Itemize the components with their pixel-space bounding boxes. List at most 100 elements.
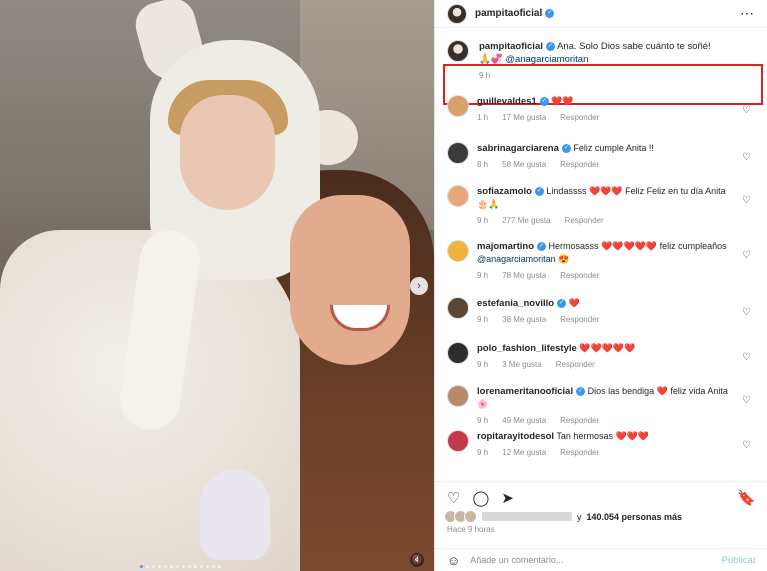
comment-like-icon[interactable]: ♡ (742, 307, 751, 318)
post-time: Hace 9 horas (447, 525, 495, 534)
carousel-dot (176, 565, 179, 568)
comment-time: 8 h (477, 160, 489, 169)
post-button[interactable]: Publicar (722, 555, 756, 566)
commenter-avatar[interactable] (447, 385, 469, 407)
carousel-dot (146, 565, 149, 568)
comment-likes[interactable]: 12 Me gusta (502, 446, 546, 459)
verified-icon: ✓ (545, 9, 555, 18)
caption-avatar[interactable] (447, 40, 469, 62)
commenter-username[interactable]: guillevaldes1 (477, 96, 537, 107)
comment-like-icon[interactable]: ♡ (742, 105, 751, 116)
post-header: pampitaoficial ✓ ⋯ (435, 0, 767, 28)
commenter-avatar[interactable] (447, 342, 469, 364)
girl-face (180, 95, 275, 210)
verified-icon: ✓ (539, 97, 549, 107)
likes-summary[interactable]: y 140.054 personas más (444, 510, 683, 523)
comment-likes[interactable]: 58 Me gusta (502, 158, 546, 171)
carousel-dot (140, 565, 143, 568)
share-icon[interactable]: ➤ (501, 491, 514, 506)
next-slide-button[interactable]: › (410, 277, 428, 295)
comment-mention[interactable]: @anagarciamoritan (477, 254, 556, 264)
commenter-username[interactable]: majomartino (477, 241, 534, 252)
carousel-dot (212, 565, 215, 568)
reply-button[interactable]: Responder (560, 446, 599, 459)
carousel-dot (164, 565, 167, 568)
commenter-username[interactable]: sabrinagarciarena (477, 143, 559, 154)
comment-text: Tan hermosas (556, 431, 613, 441)
verified-icon: ✓ (561, 144, 571, 154)
comment-text: Dios las bendiga (587, 386, 655, 396)
commenter-avatar[interactable] (447, 95, 469, 117)
mute-icon[interactable]: 🔇 (410, 553, 424, 567)
commenter-username[interactable]: polo_fashion_lifestyle (477, 343, 577, 354)
emoji-icon[interactable]: ☺ (447, 553, 460, 568)
comment-likes[interactable]: 38 Me gusta (502, 313, 546, 326)
comment-item: sabrinagarciarena ✓ Feliz cumple Anita !!… (435, 142, 759, 171)
reply-button[interactable]: Responder (560, 313, 599, 326)
author-username[interactable]: pampitaoficial (475, 8, 542, 19)
reply-button[interactable]: Responder (556, 358, 595, 371)
comment-time: 9 h (477, 315, 489, 324)
comment-time: 9 h (477, 271, 489, 280)
commenter-username[interactable]: lorenameritanooficial (477, 386, 573, 397)
caption-time: 9 h (479, 71, 491, 80)
author-avatar[interactable] (447, 3, 467, 24)
carousel-dots (140, 565, 221, 568)
carousel-dot (188, 565, 191, 568)
commenter-username[interactable]: ropitarayitodesol (477, 431, 554, 442)
comment-hearts: ❤️❤️❤️ (615, 431, 650, 441)
comment-like-icon[interactable]: ♡ (742, 440, 751, 451)
comment-text: Lindassss (546, 186, 587, 196)
commenter-avatar[interactable] (447, 240, 469, 262)
commenter-avatar[interactable] (447, 142, 469, 164)
commenter-avatar[interactable] (447, 430, 469, 452)
comment-like-icon[interactable]: ♡ (742, 395, 751, 406)
likes-count[interactable]: 140.054 personas más (587, 512, 683, 522)
comment-item: ropitarayitodesol Tan hermosas ❤️❤️❤️ 9 h… (435, 430, 759, 459)
comment-item: guillevaldes1 ✓ ❤️❤️ 1 h 17 Me gusta Respond… (435, 95, 759, 124)
comment-text: Hermosasss (548, 241, 599, 251)
comment-icon[interactable]: ◯ (472, 491, 489, 506)
carousel-dot (158, 565, 161, 568)
comment-likes[interactable]: 78 Me gusta (502, 269, 546, 282)
comment-input[interactable] (470, 555, 712, 565)
comment-like-icon[interactable]: ♡ (742, 352, 751, 363)
comment-time: 1 h (477, 113, 489, 122)
comment-hearts: ❤️ (656, 386, 668, 396)
more-options-icon[interactable]: ⋯ (740, 5, 755, 22)
post-photo[interactable]: › 🔇 (0, 0, 434, 571)
commenter-avatar[interactable] (447, 297, 469, 319)
comment-like-icon[interactable]: ♡ (742, 152, 751, 163)
commenter-avatar[interactable] (447, 185, 469, 207)
comment-time: 9 h (477, 416, 489, 425)
comment-like-icon[interactable]: ♡ (742, 250, 751, 261)
reply-button[interactable]: Responder (565, 214, 604, 227)
like-icon[interactable]: ♡ (447, 491, 460, 506)
comment-emoji: 🌸 (477, 399, 489, 409)
carousel-dot (170, 565, 173, 568)
comment-like-icon[interactable]: ♡ (742, 195, 751, 206)
reply-button[interactable]: Responder (560, 414, 599, 427)
comment-hearts: ❤️❤️❤️ (588, 186, 623, 196)
commenter-username[interactable]: estefania_novillo (477, 298, 554, 309)
caption-username[interactable]: pampitaoficial (479, 41, 543, 52)
comment-composer: ☺ Publicar (435, 548, 767, 571)
blurred-usernames (482, 512, 572, 521)
comment-likes[interactable]: 17 Me gusta (502, 111, 546, 124)
carousel-dot (152, 565, 155, 568)
reply-button[interactable]: Responder (560, 269, 599, 282)
comment-text-2: feliz vida Anita (670, 386, 728, 396)
carousel-dot (182, 565, 185, 568)
verified-icon: ✓ (545, 41, 555, 51)
reply-button[interactable]: Responder (560, 111, 599, 124)
save-icon[interactable]: 🔖 (737, 491, 756, 506)
comment-text: Feliz cumple Anita !! (573, 143, 654, 153)
caption-mention[interactable]: @anagarciamoritan (505, 54, 588, 65)
reply-button[interactable]: Responder (560, 158, 599, 171)
verified-icon: ✓ (537, 242, 547, 252)
comment-hearts: ❤️❤️ (551, 96, 574, 106)
comment-likes[interactable]: 49 Me gusta (502, 414, 546, 427)
comment-likes[interactable]: 277 Me gusta (502, 214, 550, 227)
commenter-username[interactable]: sofiazamolo (477, 186, 532, 197)
comment-likes[interactable]: 3 Me gusta (502, 358, 542, 371)
